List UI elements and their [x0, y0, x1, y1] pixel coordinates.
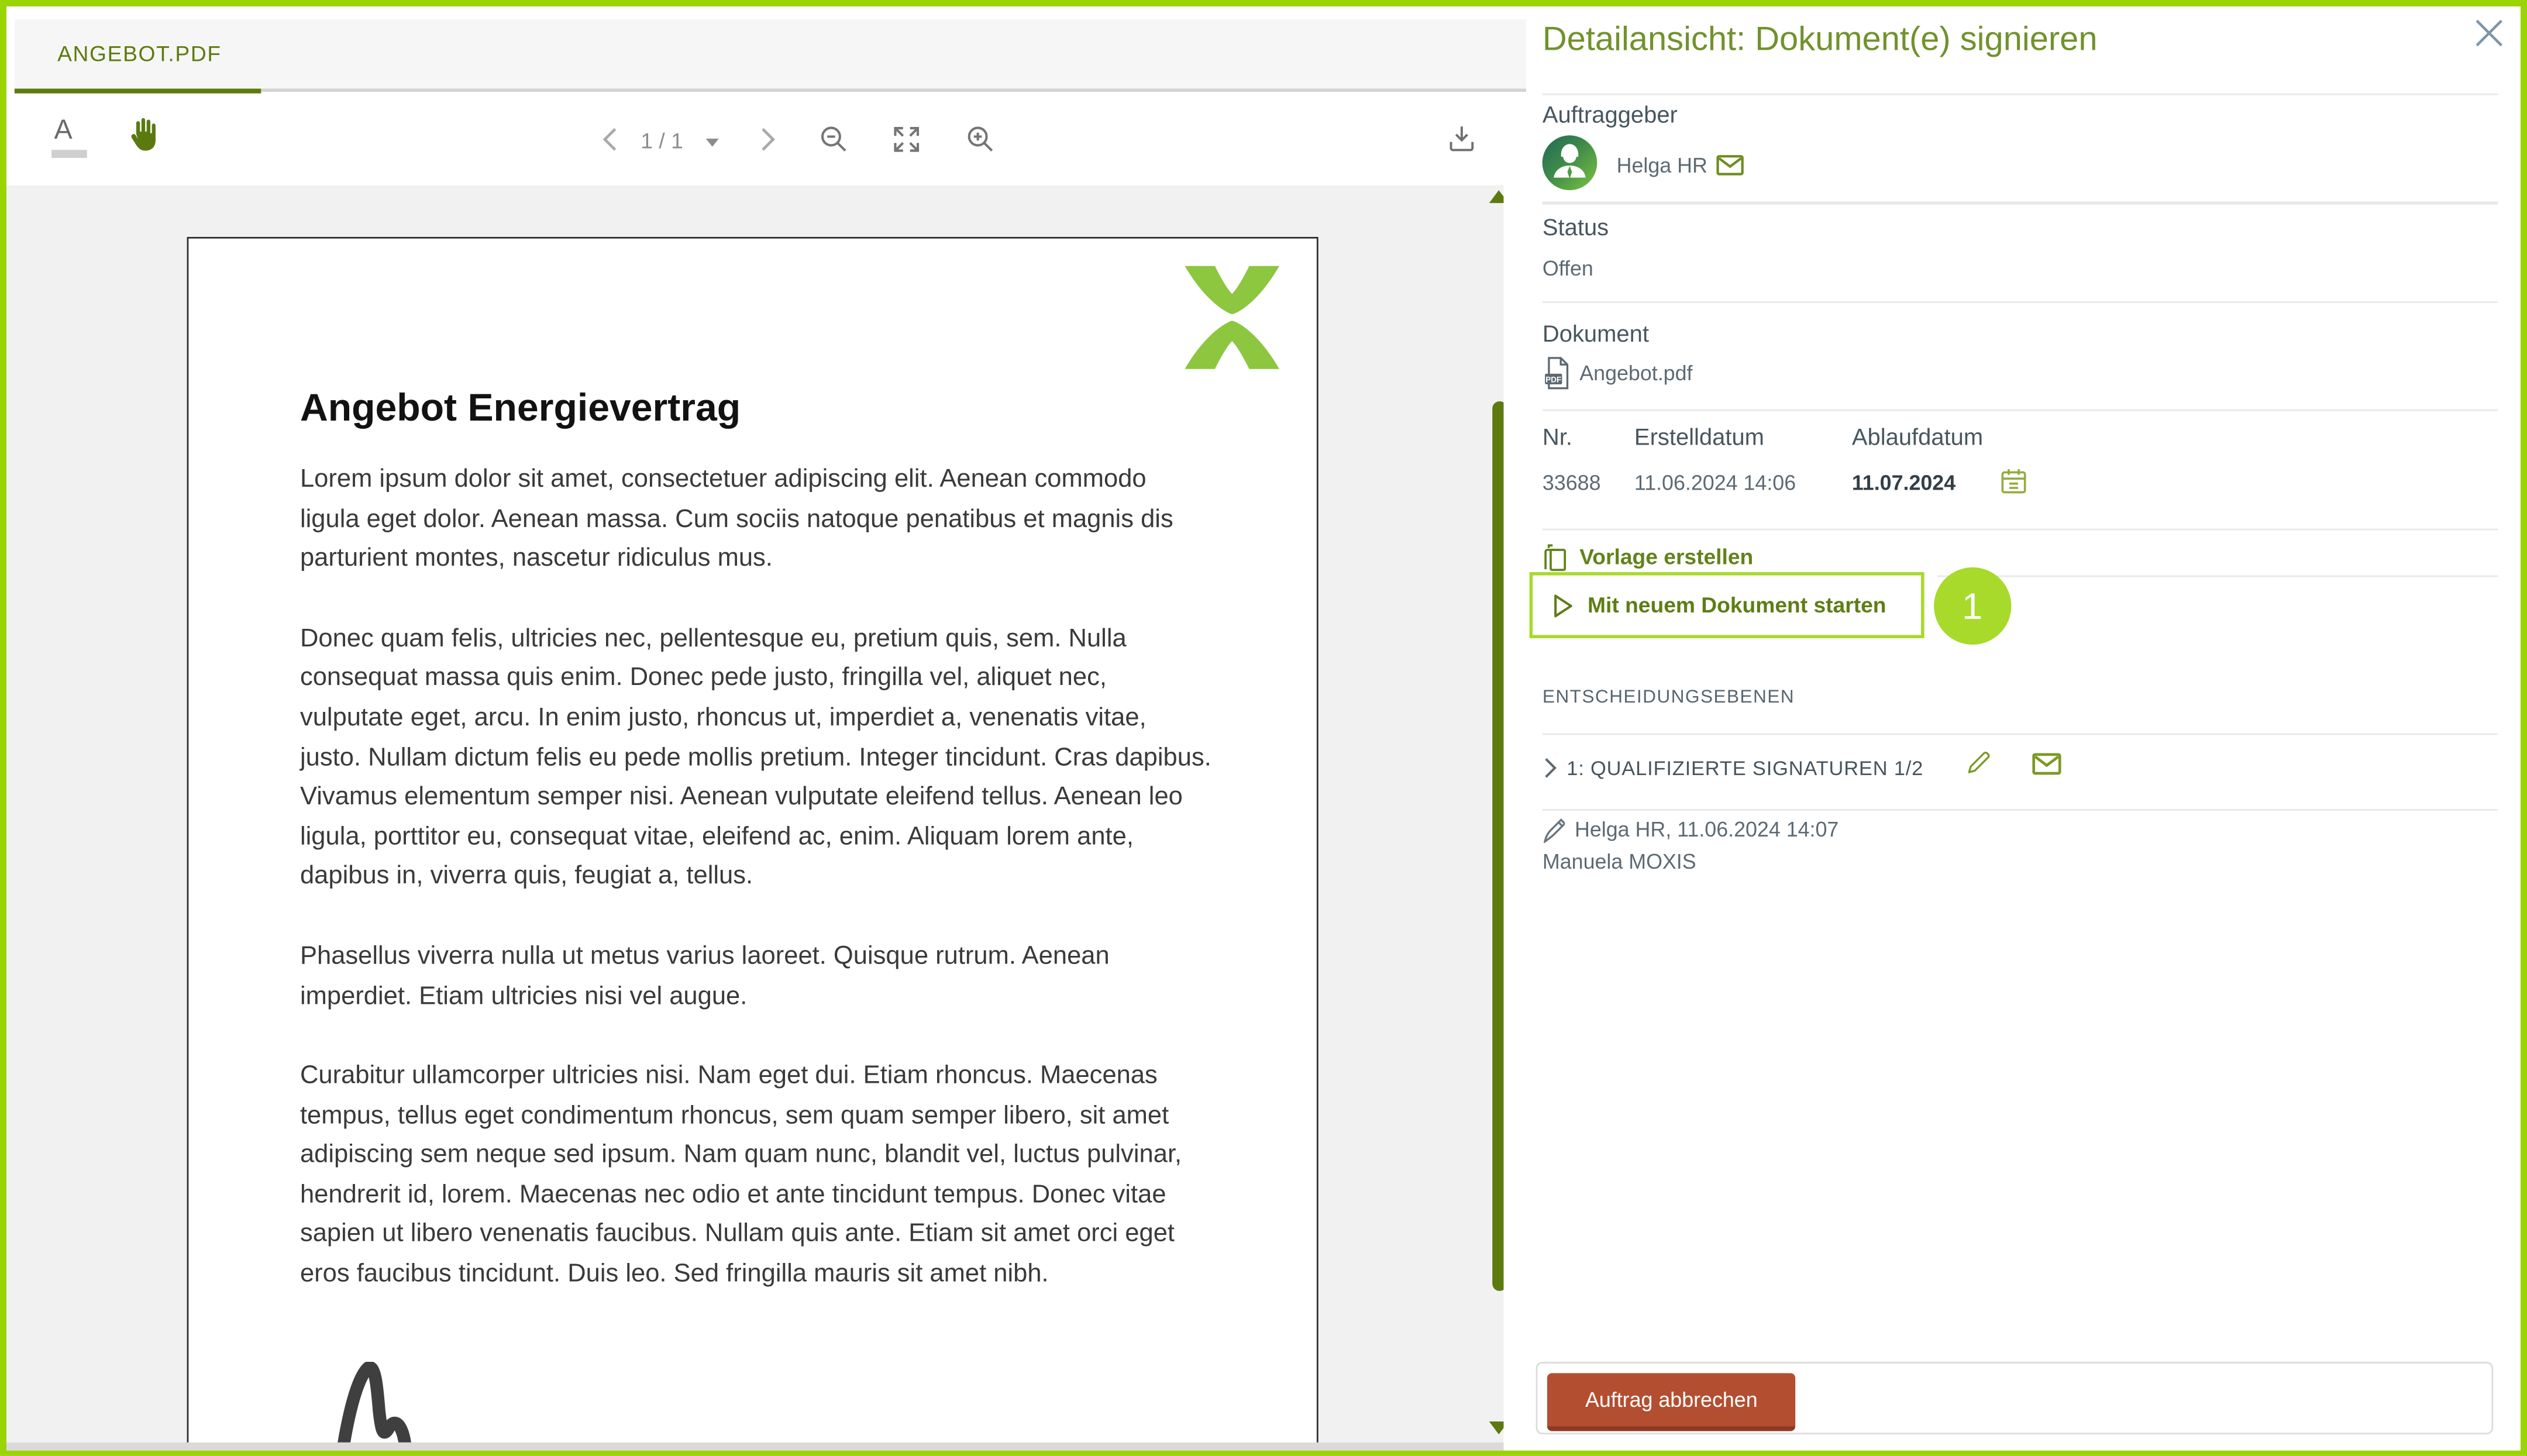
status-value: Offen [1543, 256, 1593, 280]
text-annotation-tool-button[interactable]: A [54, 116, 93, 165]
auftraggeber-name: Helga HR [1617, 153, 1707, 177]
auftraggeber-label: Auftraggeber [1543, 104, 1678, 129]
divider [1543, 529, 2499, 531]
hand-icon [122, 113, 162, 157]
previous-page-button[interactable] [599, 128, 620, 152]
divider [1543, 301, 2499, 304]
pdf-viewer-pane: ANGEBOT.PDF A 1 / 1 [6, 6, 1526, 1450]
meta-header-nr: Nr. [1543, 425, 1572, 450]
page-dropdown-caret-icon[interactable] [705, 139, 718, 147]
create-template-link[interactable]: Vorlage erstellen [1543, 541, 1753, 573]
divider [1543, 733, 2499, 735]
edit-level-button[interactable] [1965, 749, 1992, 776]
fullscreen-button[interactable] [889, 123, 923, 157]
meta-nr-value: 33688 [1543, 470, 1601, 494]
avatar [1543, 135, 1598, 190]
next-page-button[interactable] [757, 128, 778, 152]
document-viewport[interactable]: Angebot Energievertrag Lorem ipsum dolor… [6, 185, 1504, 1442]
divider [1543, 409, 2499, 412]
close-icon [2471, 14, 2508, 51]
app-window: ANGEBOT.PDF A 1 / 1 [6, 6, 2521, 1450]
cancel-order-button[interactable]: Auftrag abbrechen [1547, 1374, 1795, 1432]
expiry-calendar-button[interactable] [2000, 467, 2027, 494]
dokument-label: Dokument [1543, 322, 1649, 347]
envelope-icon[interactable] [1717, 154, 1744, 175]
pdf-file-icon: PDF [1543, 356, 1572, 390]
decision-level-row[interactable]: 1: QUALIFIZIERTE SIGNATUREN 1/2 [1543, 752, 1923, 784]
chevron-right-icon [757, 128, 778, 152]
fullscreen-expand-icon [889, 123, 923, 157]
download-icon [1445, 122, 1477, 157]
document-body: Lorem ipsum dolor sit amet, consectetuer… [300, 461, 1212, 1335]
divider [1543, 809, 2499, 811]
zoom-in-icon [963, 123, 997, 157]
document-paragraph: Phasellus viverra nulla ut metus varius … [300, 938, 1212, 1017]
level-owner: Manuela MOXIS [1543, 849, 1696, 873]
zoom-out-icon [817, 123, 851, 157]
document-tab-bar: ANGEBOT.PDF [14, 19, 1527, 88]
create-template-label: Vorlage erstellen [1579, 545, 1753, 569]
pan-hand-tool-button[interactable] [122, 113, 162, 157]
document-paragraph: Lorem ipsum dolor sit amet, consectetuer… [300, 461, 1212, 580]
viewer-toolbar: A 1 / 1 [6, 94, 1504, 185]
zoom-in-button[interactable] [963, 123, 997, 157]
signature-scribble [330, 1362, 421, 1442]
meta-header-ablaufdatum: Ablaufdatum [1852, 425, 1983, 450]
status-label: Status [1543, 215, 1609, 241]
divider [1937, 574, 2499, 577]
close-panel-button[interactable] [2471, 14, 2508, 51]
start-with-new-document-label: Mit neuem Dokument starten [1588, 593, 1886, 617]
signer-row: Helga HR, 11.06.2024 14:07 [1543, 813, 1839, 845]
copy-template-icon [1543, 542, 1568, 572]
pencil-icon [1965, 749, 1992, 776]
divider [1543, 94, 2499, 96]
download-document-button[interactable] [1445, 122, 1477, 157]
active-tab-indicator [14, 88, 261, 94]
chevron-left-icon [599, 128, 620, 152]
vertical-scrollbar-thumb[interactable] [1492, 402, 1503, 1292]
panel-title: Detailansicht: Dokument(e) signieren [1543, 20, 2098, 59]
meta-expiry-value: 11.07.2024 [1852, 470, 1956, 494]
horizontal-scrollbar-track[interactable] [6, 1442, 1504, 1450]
dokument-row: PDF Angebot.pdf [1543, 356, 1693, 391]
start-with-new-document-button[interactable]: Mit neuem Dokument starten [1530, 572, 1924, 639]
person-icon [1543, 135, 1598, 190]
play-outline-icon [1552, 593, 1575, 618]
tab-bar-divider [260, 89, 1526, 92]
moxis-x-logo-icon [1178, 266, 1286, 369]
auftraggeber-row: Helga HR [1617, 151, 1745, 178]
meta-header-erstelldatum: Erstelldatum [1634, 425, 1764, 450]
scroll-down-arrow[interactable] [1489, 1421, 1504, 1434]
chevron-expand-icon[interactable] [1543, 758, 1559, 779]
scroll-up-arrow[interactable] [1489, 190, 1504, 203]
text-tool-underline-icon [51, 150, 87, 157]
document-paragraph: Donec quam felis, ultricies nec, pellent… [300, 620, 1212, 897]
calendar-icon [2000, 467, 2027, 494]
text-tool-a-icon: A [54, 115, 73, 146]
meta-created-value: 11.06.2024 14:06 [1634, 470, 1796, 494]
decision-levels-label: ENTSCHEIDUNGSEBENEN [1543, 687, 1795, 707]
footer-action-box: Auftrag abbrechen [1536, 1362, 2494, 1434]
signer-name-date: Helga HR, 11.06.2024 14:07 [1575, 817, 1839, 841]
page-indicator[interactable]: 1 / 1 [641, 129, 683, 155]
divider [1543, 202, 2499, 204]
annotation-badge-1: 1 [1934, 568, 2011, 645]
notify-level-button[interactable] [2032, 752, 2061, 775]
decision-level-title: 1: QUALIFIZIERTE SIGNATUREN 1/2 [1567, 757, 1923, 780]
svg-text:PDF: PDF [1546, 376, 1562, 384]
tab-angebot-pdf[interactable]: ANGEBOT.PDF [57, 19, 222, 88]
document-paragraph: Curabitur ullamcorper ultricies nisi. Na… [300, 1058, 1212, 1296]
signature-pen-icon [1543, 815, 1565, 843]
envelope-level-icon [2032, 752, 2061, 775]
document-title: Angebot Energievertrag [300, 387, 741, 432]
screenshot-green-border: ANGEBOT.PDF A 1 / 1 [0, 0, 2527, 1456]
detail-panel: Detailansicht: Dokument(e) signieren Auf… [1526, 6, 2521, 1450]
pdf-page: Angebot Energievertrag Lorem ipsum dolor… [187, 237, 1318, 1442]
dokument-filename[interactable]: Angebot.pdf [1579, 361, 1692, 385]
zoom-out-button[interactable] [817, 123, 851, 157]
